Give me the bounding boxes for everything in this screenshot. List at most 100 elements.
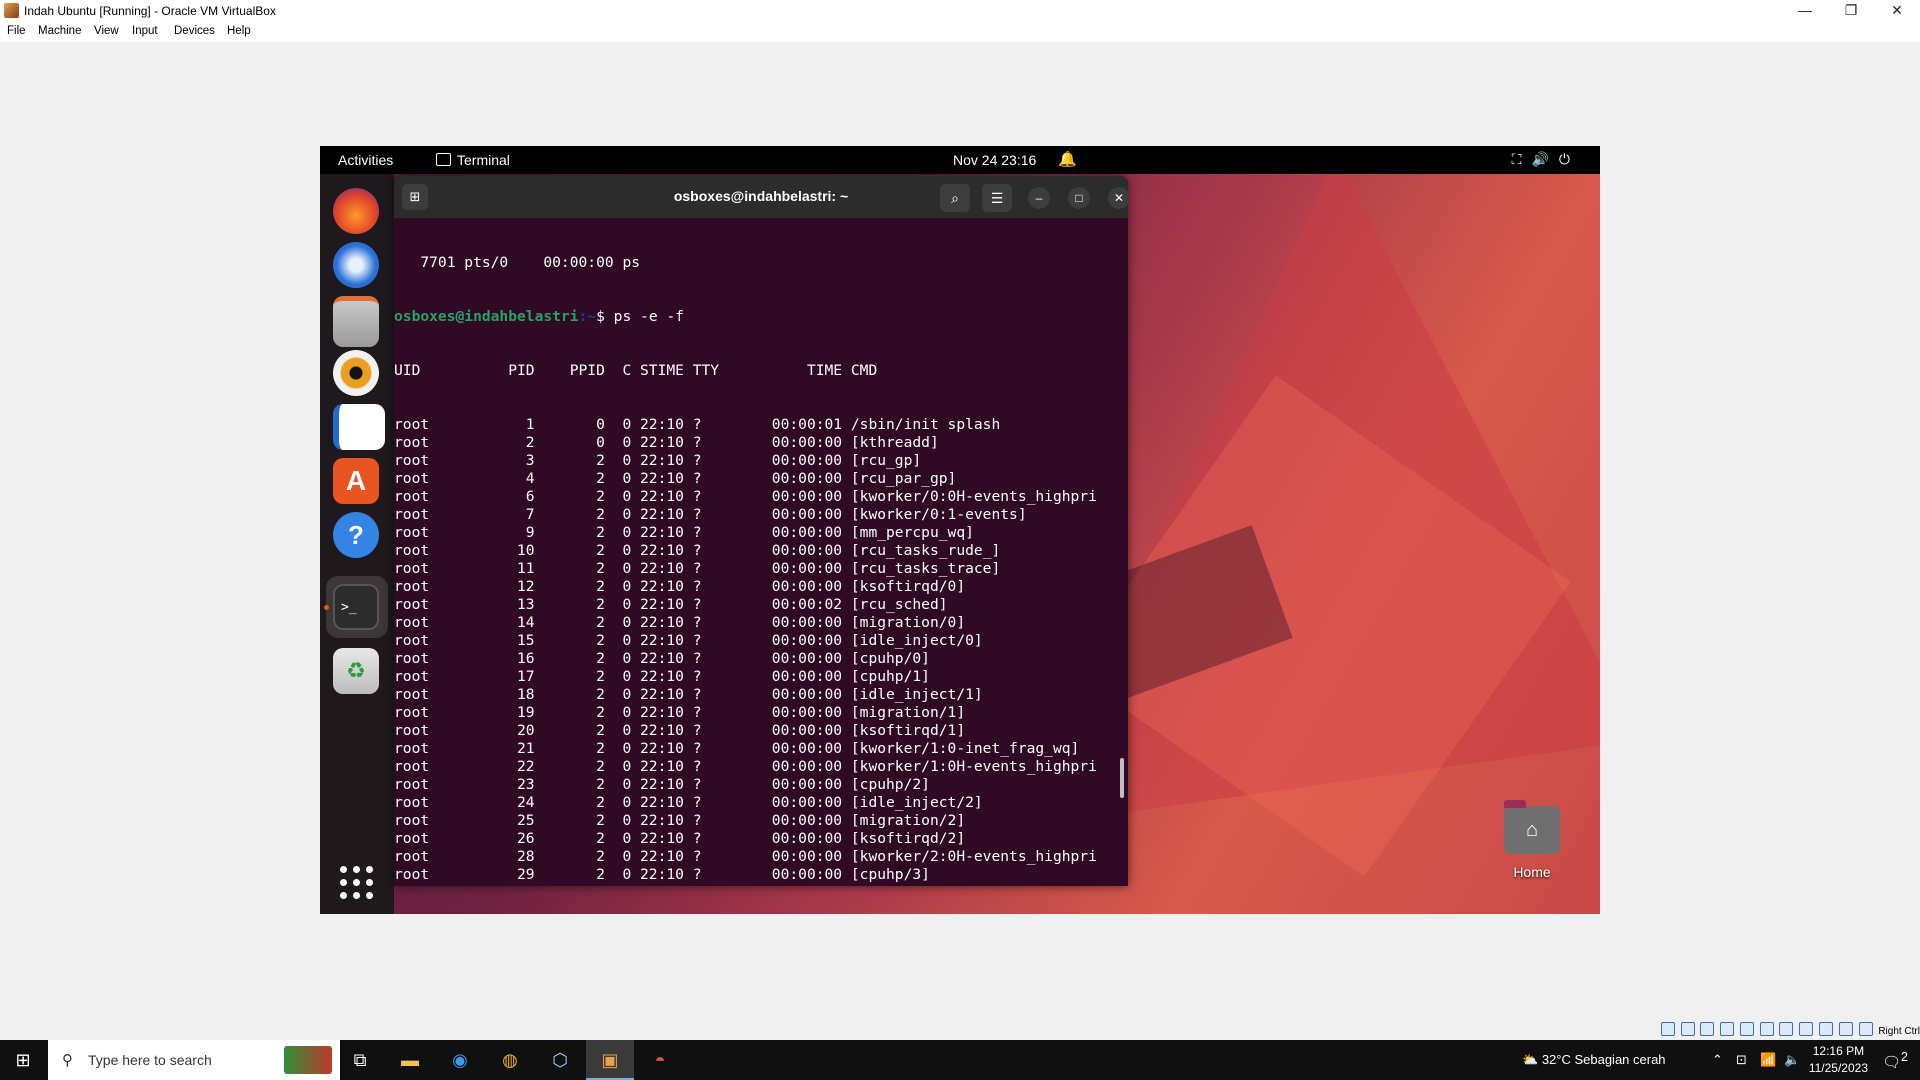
keyboard-icon[interactable] — [1858, 1022, 1873, 1036]
terminal-scrollbar[interactable] — [1120, 758, 1124, 798]
audio-icon[interactable] — [1700, 1022, 1715, 1036]
prompt-line: osboxes@indahbelastri:~$ ps -e -f — [394, 308, 1120, 326]
menu-devices[interactable]: Devices — [174, 25, 215, 37]
shared-folders-icon[interactable] — [1759, 1022, 1774, 1036]
ubuntu-dock: A ? >_ ♻ — [320, 174, 394, 914]
minimize-button[interactable]: — — [1782, 0, 1828, 22]
search-highlight-image — [284, 1046, 332, 1074]
terminal-minimize-button[interactable]: – — [1028, 187, 1050, 209]
menu-view[interactable]: View — [94, 25, 119, 37]
volume-icon: 🔊 — [1531, 151, 1559, 167]
hard-disk-icon[interactable] — [1660, 1022, 1675, 1036]
table-row: root 19 2 0 22:10 ? 00:00:00 [migration/… — [394, 704, 966, 721]
network-status-icon[interactable]: ⊡ — [1736, 1040, 1747, 1080]
tray-overflow-icon[interactable]: ⌃ — [1712, 1040, 1723, 1080]
terminal-title: osboxes@indahbelastri: ~ — [673, 188, 849, 204]
terminal-close-button[interactable]: ✕ — [1108, 187, 1128, 209]
menu-machine[interactable]: Machine — [38, 25, 81, 37]
table-row: root 2 0 0 22:10 ? 00:00:00 [kthreadd] — [394, 434, 939, 451]
ubuntu-top-bar: Activities Terminal Nov 24 23:16 🔔 ⛶🔊⏻ — [320, 146, 1600, 174]
mouse-integration-icon[interactable] — [1838, 1022, 1853, 1036]
terminal-window[interactable]: ⊞ osboxes@indahbelastri: ~ ⌕ ☰ – □ ✕ 770… — [394, 176, 1128, 886]
date-time[interactable]: Nov 24 23:16 — [953, 152, 1036, 168]
table-row: root 1 0 0 22:10 ? 00:00:01 /sbin/init s… — [394, 416, 1001, 433]
restore-button[interactable]: ❐ — [1828, 0, 1874, 22]
table-row: root 26 2 0 22:10 ? 00:00:00 [ksoftirqd/… — [394, 830, 966, 847]
host-titlebar: Indah Ubuntu [Running] - Oracle VM Virtu… — [0, 0, 1920, 22]
clock-time: 12:16 PM — [1812, 1044, 1865, 1058]
start-button[interactable]: ⊞ — [0, 1040, 46, 1080]
cpu-icon[interactable] — [1818, 1022, 1833, 1036]
search-placeholder: Type here to search — [88, 1052, 212, 1068]
usb-icon[interactable] — [1739, 1022, 1754, 1036]
chrome-icon[interactable]: ◍ — [486, 1040, 534, 1080]
show-apps-grid-icon[interactable] — [340, 866, 374, 900]
task-view-icon[interactable]: ⧉ — [336, 1040, 384, 1080]
notification-center-icon[interactable]: 🗨2 — [1882, 1050, 1908, 1071]
ubuntu-software-icon[interactable]: A — [333, 458, 379, 504]
prompt-path: :~ — [578, 308, 597, 325]
host-key-label: Right Ctrl — [1878, 1026, 1920, 1037]
table-row: root 30 2 0 22:10 ? 00:00:00 [idle_injec… — [394, 884, 1120, 886]
table-row: root 12 2 0 22:10 ? 00:00:00 [ksoftirqd/… — [394, 578, 966, 595]
file-explorer-icon[interactable]: ▬ — [386, 1040, 434, 1080]
menu-icon: ☰ — [990, 190, 1004, 206]
system-menu[interactable]: ⛶🔊⏻ — [1512, 151, 1580, 168]
table-row: root 13 2 0 22:10 ? 00:00:02 [rcu_sched] — [394, 596, 948, 613]
running-indicator — [324, 605, 329, 610]
network-icon: ⛶ — [1511, 151, 1532, 167]
display-icon[interactable] — [1779, 1022, 1794, 1036]
recording-icon[interactable] — [1799, 1022, 1814, 1036]
windows-taskbar: ⊞ ⚲ Type here to search ⧉ ▬ ◉ ◍ ⬡ ▣ ◓ ⛅ … — [0, 1040, 1920, 1080]
help-icon[interactable]: ? — [333, 512, 379, 558]
wifi-icon[interactable]: 📶 — [1760, 1040, 1776, 1080]
ubuntu-desktop[interactable]: Activities Terminal Nov 24 23:16 🔔 ⛶🔊⏻ A… — [320, 146, 1600, 914]
host-menubar: File Machine View Input Devices Help — [0, 22, 1920, 42]
taskbar-clock[interactable]: 12:16 PM 11/25/2023 — [1809, 1043, 1868, 1077]
virtualbox-manager-icon[interactable]: ⬡ — [536, 1040, 584, 1080]
table-row: root 9 2 0 22:10 ? 00:00:00 [mm_percpu_w… — [394, 524, 974, 541]
volume-icon[interactable]: 🔈 — [1784, 1040, 1800, 1080]
notification-count: 2 — [1901, 1050, 1908, 1064]
terminal-headerbar[interactable]: ⊞ osboxes@indahbelastri: ~ ⌕ ☰ – □ ✕ — [394, 176, 1128, 218]
close-button[interactable]: ✕ — [1874, 0, 1920, 22]
table-row: root 24 2 0 22:10 ? 00:00:00 [idle_injec… — [394, 794, 983, 811]
virtualbox-vm-icon[interactable]: ▣ — [586, 1040, 634, 1080]
menu-input[interactable]: Input — [132, 25, 158, 37]
home-folder-icon[interactable]: ⌂ — [1504, 800, 1560, 854]
weather-widget[interactable]: ⛅ 32°C Sebagian cerah — [1522, 1040, 1666, 1080]
terminal-dock-icon[interactable]: >_ — [333, 584, 379, 630]
table-row: root 18 2 0 22:10 ? 00:00:00 [idle_injec… — [394, 686, 983, 703]
output-line: 7701 pts/0 00:00:00 ps — [394, 254, 641, 271]
activities-button[interactable]: Activities — [338, 152, 393, 168]
notification-bell-icon[interactable]: 🔔 — [1058, 150, 1077, 168]
firefox-icon[interactable] — [333, 188, 379, 234]
table-row: root 7 2 0 22:10 ? 00:00:00 [kworker/0:1… — [394, 506, 1027, 523]
search-icon: ⌕ — [951, 190, 959, 206]
optical-drive-icon[interactable] — [1680, 1022, 1695, 1036]
hamburger-menu-button[interactable]: ☰ — [982, 184, 1012, 212]
trash-icon[interactable]: ♻ — [333, 648, 379, 694]
search-button[interactable]: ⌕ — [940, 184, 970, 212]
network-adapter-icon[interactable] — [1720, 1022, 1735, 1036]
files-icon[interactable] — [333, 296, 379, 347]
process-list: root 1 0 0 22:10 ? 00:00:01 /sbin/init s… — [394, 416, 1120, 886]
thunderbird-icon[interactable] — [333, 242, 379, 288]
rhythmbox-icon[interactable] — [333, 350, 379, 396]
clock-date: 11/25/2023 — [1808, 1061, 1868, 1075]
libreoffice-writer-icon[interactable] — [333, 404, 385, 450]
app-menu-terminal[interactable]: Terminal — [436, 152, 510, 168]
table-row: root 3 2 0 22:10 ? 00:00:00 [rcu_gp] — [394, 452, 922, 469]
terminal-maximize-button[interactable]: □ — [1068, 187, 1090, 209]
table-row: root 23 2 0 22:10 ? 00:00:00 [cpuhp/2] — [394, 776, 930, 793]
terminal-output[interactable]: 7701 pts/0 00:00:00 ps osboxes@indahbela… — [394, 218, 1120, 886]
taskbar-search-box[interactable]: ⚲ Type here to search — [48, 1040, 340, 1080]
prompt-symbol: $ — [596, 308, 614, 325]
menu-help[interactable]: Help — [227, 25, 251, 37]
edge-icon[interactable]: ◉ — [436, 1040, 484, 1080]
table-row: root 11 2 0 22:10 ? 00:00:00 [rcu_tasks_… — [394, 560, 1001, 577]
app-icon[interactable]: ◓ — [636, 1040, 684, 1080]
table-row: root 28 2 0 22:10 ? 00:00:00 [kworker/2:… — [394, 848, 1097, 865]
menu-file[interactable]: File — [7, 25, 26, 37]
table-header: UID PID PPID C STIME TTY TIME CMD — [394, 362, 878, 379]
